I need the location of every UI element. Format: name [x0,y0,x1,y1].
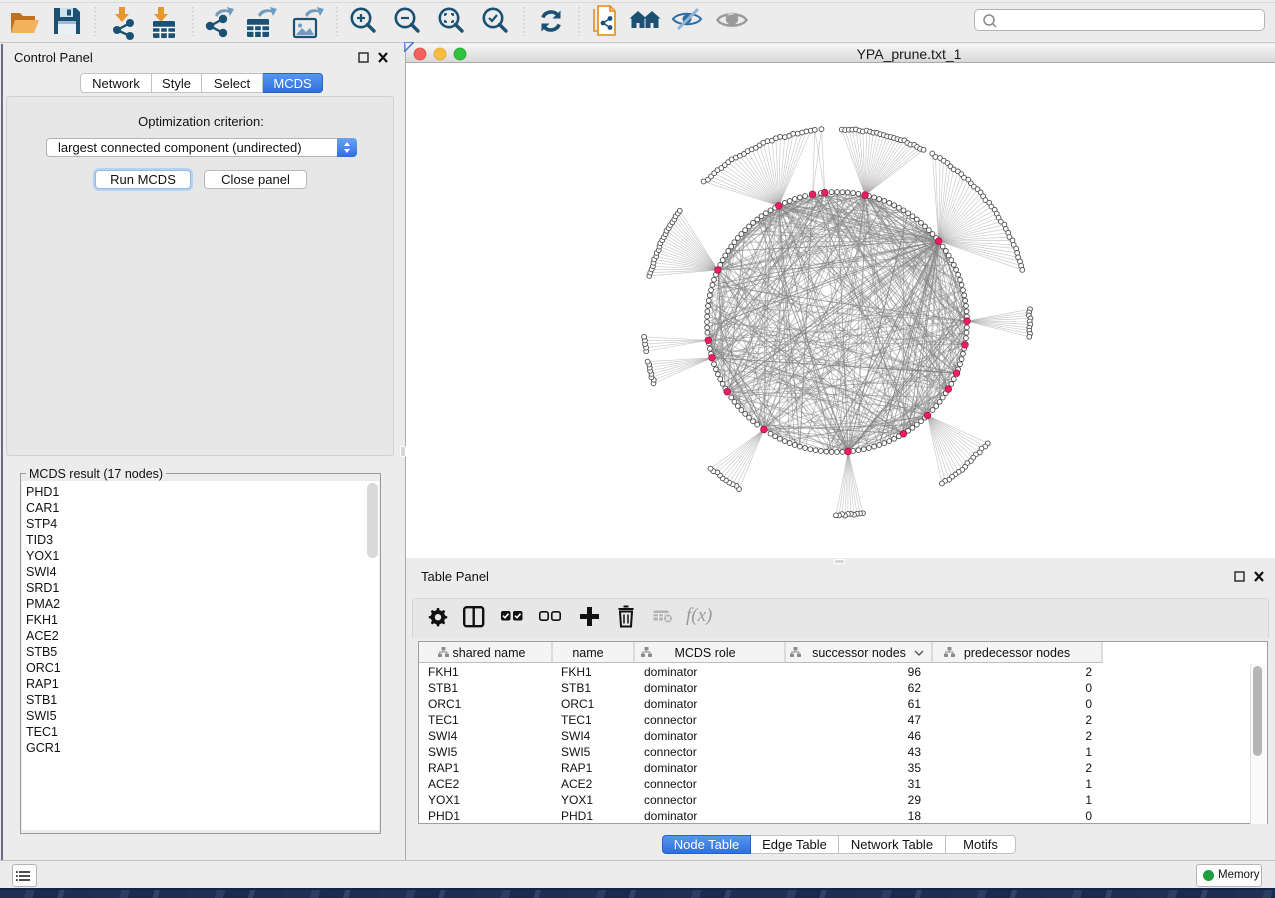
svg-text:predecessor nodes: predecessor nodes [964,646,1070,660]
svg-text:MCDS role: MCDS role [674,646,735,660]
svg-text:f(x): f(x) [686,605,712,626]
svg-text:shared name: shared name [453,646,526,660]
svg-text:name: name [572,646,603,660]
svg-text:successor nodes: successor nodes [812,646,906,660]
